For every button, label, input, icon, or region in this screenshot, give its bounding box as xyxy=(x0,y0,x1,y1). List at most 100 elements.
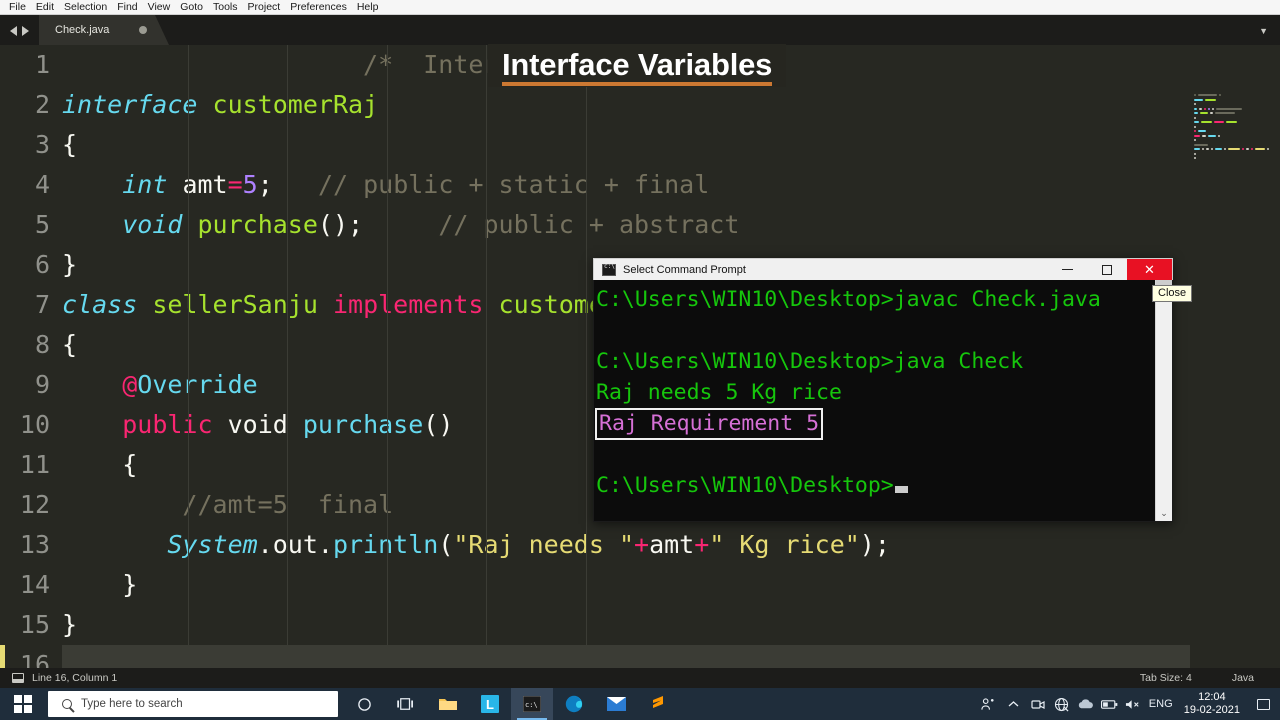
tab-navigation xyxy=(0,26,39,45)
cortana-icon[interactable] xyxy=(343,688,385,720)
line-number: 13 xyxy=(19,530,50,559)
menu-item-find[interactable]: Find xyxy=(112,0,142,14)
menu-item-file[interactable]: File xyxy=(4,0,31,14)
menu-item-selection[interactable]: Selection xyxy=(59,0,112,14)
minimap[interactable] xyxy=(1190,90,1280,668)
terminal-cursor xyxy=(894,486,908,493)
command-prompt-icon xyxy=(602,263,616,276)
minimap-line xyxy=(1194,157,1274,160)
syntax-label[interactable]: Java xyxy=(1232,672,1254,684)
code-line[interactable]: void purchase(); // public + abstract xyxy=(62,205,1280,245)
show-hidden-icons-chevron-up-icon[interactable] xyxy=(1002,688,1026,720)
command-prompt-scrollbar[interactable]: ⌄ xyxy=(1155,280,1172,521)
sublime-text-icon[interactable] xyxy=(637,688,679,720)
line-number: 14 xyxy=(19,570,50,599)
scroll-down-arrow-icon[interactable]: ⌄ xyxy=(1156,508,1172,519)
line-number: 8 xyxy=(34,330,50,359)
code-token: (); xyxy=(317,210,364,239)
code-line[interactable]: System.out.println("Raj needs "+amt+" Kg… xyxy=(62,525,1280,565)
windows-logo-icon xyxy=(14,695,32,713)
code-token: customerRaj xyxy=(212,90,379,119)
edge-icon[interactable] xyxy=(553,688,595,720)
line-number: 7 xyxy=(34,290,50,319)
search-placeholder: Type here to search xyxy=(81,698,183,710)
mail-icon[interactable] xyxy=(595,688,637,720)
command-prompt-output[interactable]: C:\Users\WIN10\Desktop>javac Check.java … xyxy=(593,280,1173,522)
search-input[interactable]: Type here to search xyxy=(48,691,338,717)
command-prompt-title-text: Select Command Prompt xyxy=(623,263,746,276)
camera-icon[interactable] xyxy=(1026,688,1050,720)
tab-size-label[interactable]: Tab Size: 4 xyxy=(1140,672,1192,684)
task-view-icon[interactable] xyxy=(385,688,427,720)
volume-mute-icon[interactable] xyxy=(1122,688,1146,720)
people-icon[interactable] xyxy=(976,688,1002,720)
code-token: println xyxy=(332,530,439,559)
close-tooltip: Close xyxy=(1152,285,1193,302)
minimize-button[interactable] xyxy=(1047,259,1087,281)
code-line[interactable]: } xyxy=(62,565,1280,605)
line-number: 2 xyxy=(34,90,50,119)
code-token: } xyxy=(62,250,78,279)
menu-item-edit[interactable]: Edit xyxy=(31,0,59,14)
line-number: 5 xyxy=(34,210,50,239)
chevron-down-icon[interactable]: ▼ xyxy=(1259,26,1280,45)
taskbar-apps: L c:\ xyxy=(343,688,679,720)
language-indicator[interactable]: ENG xyxy=(1146,688,1176,720)
code-token: } xyxy=(62,610,78,639)
file-explorer-icon[interactable] xyxy=(427,688,469,720)
line-number: 10 xyxy=(19,410,50,439)
menu-item-preferences[interactable]: Preferences xyxy=(285,0,352,14)
close-button[interactable]: ✕ xyxy=(1127,258,1172,281)
line-number: 12 xyxy=(19,490,50,519)
code-token: { xyxy=(62,450,138,479)
start-button[interactable] xyxy=(0,688,46,720)
arrow-left-icon[interactable] xyxy=(10,26,17,36)
command-prompt-title-bar[interactable]: Select Command Prompt ✕ xyxy=(593,258,1173,281)
minimap-line xyxy=(1194,130,1274,133)
command-prompt-icon[interactable]: c:\ xyxy=(511,688,553,720)
network-icon[interactable] xyxy=(1050,688,1074,720)
menu-item-goto[interactable]: Goto xyxy=(175,0,208,14)
code-line[interactable]: } xyxy=(62,605,1280,645)
menu-item-project[interactable]: Project xyxy=(243,0,286,14)
onedrive-cloud-icon[interactable] xyxy=(1074,688,1098,720)
maximize-button[interactable] xyxy=(1087,259,1127,281)
tab-check-java[interactable]: Check.java xyxy=(39,15,169,45)
notifications-icon[interactable] xyxy=(1250,688,1276,720)
command-prompt-window[interactable]: Select Command Prompt ✕ C:\Users\WIN10\D… xyxy=(593,258,1173,522)
menu-item-help[interactable]: Help xyxy=(352,0,384,14)
code-line[interactable] xyxy=(62,645,1280,668)
code-token: public xyxy=(122,410,213,439)
code-line[interactable]: int amt=5; // public + static + final xyxy=(62,165,1280,205)
overlay-title: Interface Variables xyxy=(488,44,787,87)
menu-item-view[interactable]: View xyxy=(143,0,176,14)
code-token: "Raj needs " xyxy=(453,530,634,559)
terminal-line: Raj needs 5 Kg rice xyxy=(596,380,842,405)
svg-text:L: L xyxy=(486,697,494,712)
console-toggle-icon[interactable] xyxy=(12,673,24,683)
code-token: int xyxy=(122,170,168,199)
battery-icon[interactable] xyxy=(1098,688,1122,720)
menu-item-tools[interactable]: Tools xyxy=(208,0,243,14)
clock[interactable]: 12:04 19-02-2021 xyxy=(1176,691,1250,717)
system-tray: ENG 12:04 19-02-2021 xyxy=(976,688,1280,720)
code-token: 5 xyxy=(242,170,258,199)
line-number: 15 xyxy=(19,610,50,639)
minimap-line xyxy=(1194,107,1274,111)
app-l-icon[interactable]: L xyxy=(469,688,511,720)
code-line[interactable]: { xyxy=(62,125,1280,165)
search-icon xyxy=(62,699,72,709)
arrow-right-icon[interactable] xyxy=(22,26,29,36)
code-line[interactable]: interface customerRaj xyxy=(62,85,1280,125)
clock-date: 19-02-2021 xyxy=(1183,704,1240,716)
